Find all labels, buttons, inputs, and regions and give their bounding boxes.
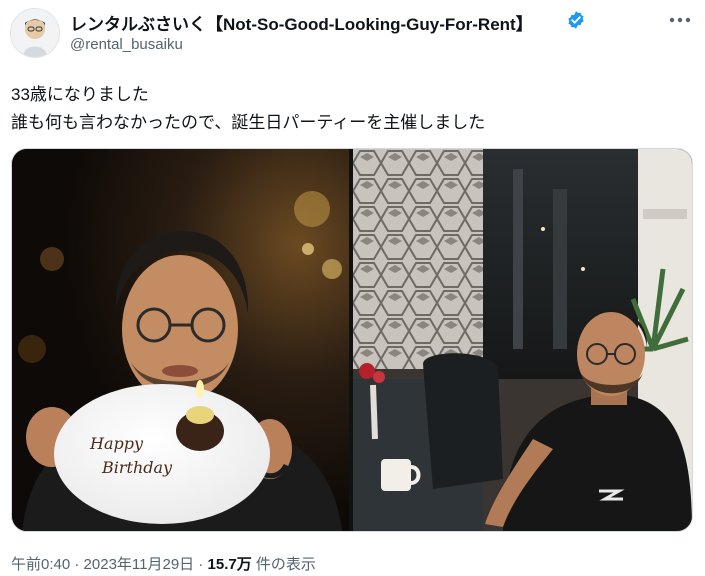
avatar[interactable] [10, 8, 60, 58]
meta-separator: · [74, 556, 80, 573]
tweet-text-line-1: 33歳になりました [11, 85, 149, 104]
views-count: 15.7万 [207, 556, 252, 573]
photo-restaurant-seated[interactable] [353, 149, 692, 531]
tweet-meta: 午前0:40 · 2023年11月29日 · 15.7万 件の表示 [11, 553, 316, 574]
tweet-time[interactable]: 午前0:40 [11, 556, 70, 573]
more-options-icon[interactable] [667, 10, 693, 30]
tweet-text-line-2: 誰も何も言わなかったので、誕生日パーティーを主催しました [11, 113, 486, 132]
display-name[interactable]: レンタルぶさいく【Not-So-Good-Looking-Guy-For-Ren… [70, 10, 533, 35]
verified-badge-icon[interactable] [566, 10, 586, 30]
user-handle[interactable]: @rental_busaiku [70, 36, 183, 53]
tweet-date[interactable]: 2023年11月29日 [84, 556, 195, 573]
photo-birthday-cake[interactable]: Happy Birthday [12, 149, 349, 531]
meta-separator-2: · [198, 556, 204, 573]
avatar-image [11, 9, 59, 57]
media-grid: Happy Birthday [11, 148, 693, 532]
plate-writing-birthday: Birthday [101, 458, 173, 477]
views-label: 件の表示 [255, 556, 316, 573]
plate-writing-happy: Happy [89, 434, 144, 453]
